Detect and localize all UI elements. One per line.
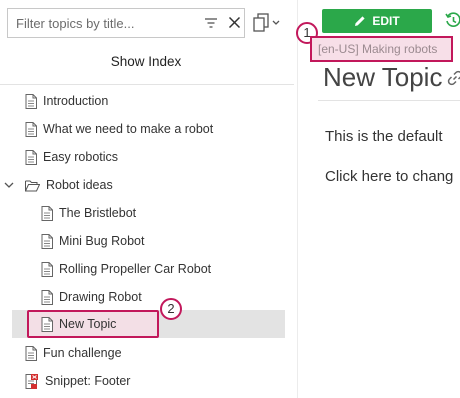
snippet-icon <box>25 373 38 389</box>
search-box <box>7 8 245 38</box>
edit-button[interactable]: EDIT <box>322 9 432 33</box>
tree-item-label: Fun challenge <box>43 346 122 360</box>
document-icon <box>41 205 53 221</box>
chevron-down-icon[interactable] <box>4 180 14 190</box>
tree-item-fun-challenge[interactable]: Fun challenge <box>25 340 122 366</box>
tree-item-label: The Bristlebot <box>59 206 137 220</box>
tree-item-robot-ideas[interactable]: Robot ideas <box>25 172 113 198</box>
close-icon[interactable] <box>228 16 241 29</box>
tree-item-label: What we need to make a robot <box>43 122 214 136</box>
tree-item-new-topic[interactable]: New Topic <box>41 311 116 337</box>
document-icon <box>25 345 37 361</box>
tree-item-label: Robot ideas <box>46 178 113 192</box>
tree-item-label: Snippet: Footer <box>45 374 131 388</box>
copy-dropdown-icon[interactable] <box>252 12 284 34</box>
tree-item-rolling-propeller-car-robot[interactable]: Rolling Propeller Car Robot <box>41 256 211 282</box>
document-icon <box>25 93 37 109</box>
filter-icon[interactable] <box>204 16 218 30</box>
tree-item-introduction[interactable]: Introduction <box>25 88 108 114</box>
tree-item-easy-robotics[interactable]: Easy robotics <box>25 144 118 170</box>
tree-item-mini-bug-robot[interactable]: Mini Bug Robot <box>41 228 144 254</box>
divider <box>0 84 294 85</box>
divider <box>318 100 460 101</box>
topic-body-link[interactable]: Click here to chang <box>325 168 453 185</box>
link-icon[interactable] <box>447 70 460 86</box>
document-icon <box>25 121 37 137</box>
tree-item-label: Mini Bug Robot <box>59 234 145 248</box>
tree-item-snippet-footer[interactable]: Snippet: Footer <box>25 368 130 394</box>
document-icon <box>41 289 53 305</box>
callout-badge-2: 2 <box>160 298 182 320</box>
topic-body-text: This is the default <box>325 128 443 145</box>
tree-item-label: New Topic <box>59 317 117 331</box>
tree-item-drawing-robot[interactable]: Drawing Robot <box>41 284 142 310</box>
pencil-icon <box>355 16 365 26</box>
document-icon <box>41 261 53 277</box>
edit-button-label: EDIT <box>372 14 400 28</box>
breadcrumb[interactable]: [en-US] Making robots <box>318 42 437 56</box>
show-index-button[interactable]: Show Index <box>0 54 292 69</box>
document-icon <box>41 316 53 332</box>
tree-item-label: Drawing Robot <box>59 290 142 304</box>
document-icon <box>25 149 37 165</box>
history-icon[interactable] <box>444 11 460 29</box>
tree-item-what-we-need[interactable]: What we need to make a robot <box>25 116 213 142</box>
document-icon <box>41 233 53 249</box>
search-input[interactable] <box>16 14 196 32</box>
page-title: New Topic <box>323 62 443 92</box>
tree-item-label: Easy robotics <box>43 150 119 164</box>
tree-item-the-bristlebot[interactable]: The Bristlebot <box>41 200 136 226</box>
folder-open-icon <box>25 180 40 191</box>
tree-item-label: Introduction <box>43 94 109 108</box>
tree-item-label: Rolling Propeller Car Robot <box>59 262 212 276</box>
topic-tree-panel: Show Index Introduction What we need to … <box>0 0 298 398</box>
panel-divider <box>297 0 298 398</box>
